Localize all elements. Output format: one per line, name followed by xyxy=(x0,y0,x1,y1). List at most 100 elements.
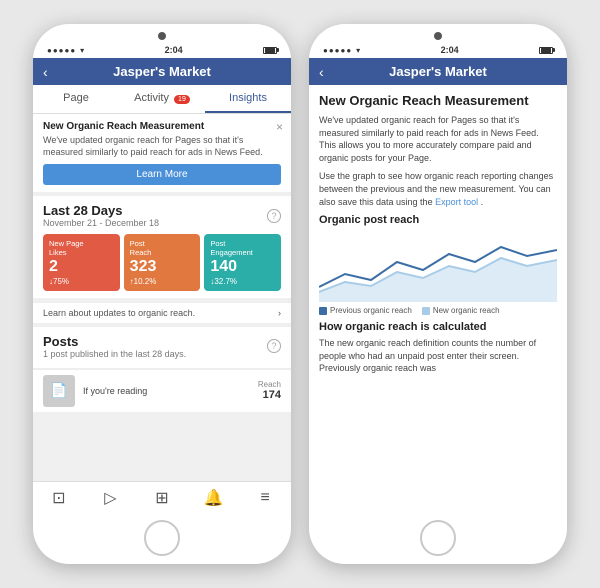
legend-label-new: New organic reach xyxy=(433,306,500,315)
nav-bar-right: ‹ Jasper's Market xyxy=(309,58,567,85)
close-notification-button[interactable]: × xyxy=(276,120,283,134)
stat-change-likes: 75% xyxy=(49,277,114,286)
status-bar-left: ●●●●● ▾ 2:04 xyxy=(33,42,291,58)
stat-label-reach: PostReach xyxy=(130,239,195,257)
home-button-right[interactable] xyxy=(420,520,456,556)
posts-help-icon[interactable]: ? xyxy=(267,339,281,353)
stats-subtitle: November 21 - December 18 xyxy=(43,218,159,228)
battery-fill-right xyxy=(541,48,551,53)
legend-dot-new xyxy=(422,307,430,315)
status-right-right xyxy=(539,47,553,54)
tab-bar-left: Page Activity 19 Insights xyxy=(33,85,291,114)
chart-area xyxy=(319,232,557,302)
screen-content-left: × New Organic Reach Measurement We've up… xyxy=(33,114,291,481)
detail-para2: Use the graph to see how organic reach r… xyxy=(319,170,557,208)
bottom-nav-video[interactable]: ▷ xyxy=(85,486,137,510)
stats-header: Last 28 Days November 21 - December 18 ? xyxy=(43,203,281,228)
detail-title: New Organic Reach Measurement xyxy=(319,93,557,108)
battery-fill-left xyxy=(265,48,275,53)
right-phone: ●●●●● ▾ 2:04 ‹ Jasper's Market New Organ… xyxy=(309,24,567,564)
status-right-left xyxy=(263,47,277,54)
post-reach-group: Reach 174 xyxy=(258,380,281,401)
nav-title-right: Jasper's Market xyxy=(389,64,487,79)
wifi-icon-left: ▾ xyxy=(80,46,84,55)
organic-link-text: Learn about updates to organic reach. xyxy=(43,308,195,318)
nav-bar-left: ‹ Jasper's Market xyxy=(33,58,291,85)
stat-change-reach: 10.2% xyxy=(130,277,195,286)
posts-title: Posts xyxy=(43,334,186,349)
notification-banner: × New Organic Reach Measurement We've up… xyxy=(33,114,291,192)
notification-title: New Organic Reach Measurement xyxy=(43,121,281,132)
legend-label-previous: Previous organic reach xyxy=(330,306,412,315)
stats-title: Last 28 Days xyxy=(43,203,159,218)
stat-change-engagement: 32.7% xyxy=(210,277,275,286)
how-para: The new organic reach definition counts … xyxy=(319,337,557,375)
export-tool-link[interactable]: Export tool xyxy=(435,197,478,207)
post-reach-label: Reach xyxy=(258,380,281,389)
posts-title-group: Posts 1 post published in the last 28 da… xyxy=(43,334,186,359)
camera-left xyxy=(158,32,166,40)
stat-value-reach: 323 xyxy=(130,257,195,276)
legend-previous: Previous organic reach xyxy=(319,306,412,315)
bottom-nav-home[interactable]: ⊡ xyxy=(33,486,85,510)
home-button-area-left xyxy=(33,514,291,564)
post-reach-value: 174 xyxy=(258,389,281,401)
status-bar-right: ●●●●● ▾ 2:04 xyxy=(309,42,567,58)
notification-body: We've updated organic reach for Pages so… xyxy=(43,135,281,158)
posts-header: Posts 1 post published in the last 28 da… xyxy=(43,334,281,359)
home-button-area-right xyxy=(309,514,567,564)
home-button-left[interactable] xyxy=(144,520,180,556)
stats-help-icon[interactable]: ? xyxy=(267,209,281,223)
bottom-nav-menu[interactable]: ≡ xyxy=(239,486,291,510)
stat-label-engagement: PostEngagement xyxy=(210,239,275,257)
how-title: How organic reach is calculated xyxy=(319,321,557,333)
stat-value-likes: 2 xyxy=(49,257,114,276)
stat-value-engagement: 140 xyxy=(210,257,275,276)
stats-section: Last 28 Days November 21 - December 18 ?… xyxy=(33,196,291,297)
organic-chart-label: Organic post reach xyxy=(319,214,557,226)
battery-left xyxy=(263,47,277,54)
battery-right xyxy=(539,47,553,54)
bottom-nav-left: ⊡ ▷ ⊞ 🔔 ≡ xyxy=(33,481,291,514)
posts-section: Posts 1 post published in the last 28 da… xyxy=(33,327,291,412)
nav-title-left: Jasper's Market xyxy=(113,64,211,79)
legend-new: New organic reach xyxy=(422,306,500,315)
signal-dots-right: ●●●●● xyxy=(323,46,352,55)
chevron-right-icon: › xyxy=(278,308,281,318)
time-left: 2:04 xyxy=(165,45,183,55)
signal-dots: ●●●●● xyxy=(47,46,76,55)
legend-dot-previous xyxy=(319,307,327,315)
stats-grid: New PageLikes 2 75% PostReach 323 10.2% … xyxy=(43,234,281,290)
stats-title-group: Last 28 Days November 21 - December 18 xyxy=(43,203,159,228)
posts-header-section: Posts 1 post published in the last 28 da… xyxy=(33,327,291,369)
phone-top-right: ●●●●● ▾ 2:04 xyxy=(309,24,567,58)
left-phone: ●●●●● ▾ 2:04 ‹ Jasper's Market Page Acti… xyxy=(33,24,291,564)
activity-badge: 19 xyxy=(174,95,190,104)
time-right: 2:04 xyxy=(441,45,459,55)
wifi-icon-right: ▾ xyxy=(356,46,360,55)
stat-card-likes: New PageLikes 2 75% xyxy=(43,234,120,290)
chart-svg xyxy=(319,232,557,302)
post-thumbnail: 📄 xyxy=(43,375,75,407)
bottom-nav-pages[interactable]: ⊞ xyxy=(136,486,188,510)
stat-label-likes: New PageLikes xyxy=(49,239,114,257)
post-text: If you're reading xyxy=(83,386,250,396)
back-button-right[interactable]: ‹ xyxy=(319,64,324,80)
scene: ●●●●● ▾ 2:04 ‹ Jasper's Market Page Acti… xyxy=(23,14,577,574)
chart-legend: Previous organic reach New organic reach xyxy=(319,306,557,315)
post-item[interactable]: 📄 If you're reading Reach 174 xyxy=(33,369,291,412)
stat-card-engagement: PostEngagement 140 32.7% xyxy=(204,234,281,290)
tab-activity[interactable]: Activity 19 xyxy=(119,85,205,113)
phone-top-left: ●●●●● ▾ 2:04 xyxy=(33,24,291,58)
posts-subtitle: 1 post published in the last 28 days. xyxy=(43,349,186,359)
tab-insights[interactable]: Insights xyxy=(205,85,291,113)
bottom-nav-notifications[interactable]: 🔔 xyxy=(188,486,240,510)
detail-para1: We've updated organic reach for Pages so… xyxy=(319,114,557,164)
camera-right xyxy=(434,32,442,40)
organic-link-row[interactable]: Learn about updates to organic reach. › xyxy=(33,302,291,323)
detail-content: New Organic Reach Measurement We've upda… xyxy=(309,85,567,514)
stat-card-reach: PostReach 323 10.2% xyxy=(124,234,201,290)
tab-page[interactable]: Page xyxy=(33,85,119,113)
back-button-left[interactable]: ‹ xyxy=(43,64,48,80)
learn-more-button[interactable]: Learn More xyxy=(43,164,281,185)
